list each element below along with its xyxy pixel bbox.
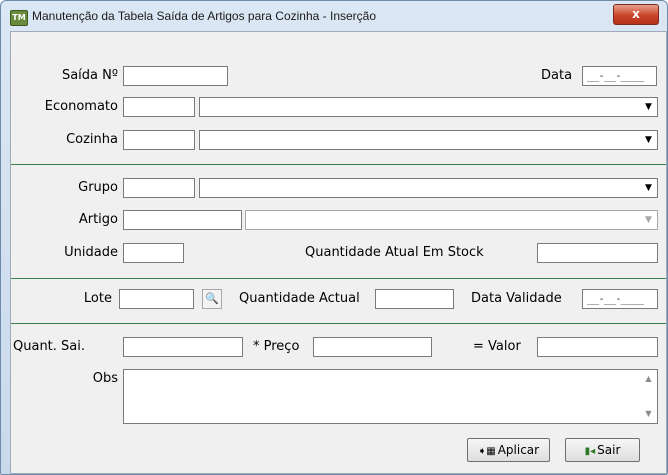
- cozinha-select[interactable]: ▼: [199, 130, 658, 150]
- quant-label: Quant. Sai.: [13, 339, 86, 354]
- data-label: Data: [541, 68, 573, 83]
- apply-icon: ➧▦: [477, 446, 496, 457]
- section-separator: [11, 323, 666, 324]
- exit-door-icon: ▮◂: [584, 446, 596, 457]
- valor-label: = Valor: [473, 339, 521, 354]
- artigo-label: Artigo: [78, 212, 118, 227]
- saida-input[interactable]: [123, 66, 228, 86]
- aplicar-label: Aplicar: [497, 443, 540, 457]
- valor-input[interactable]: [537, 337, 658, 357]
- stock-input[interactable]: [537, 243, 658, 263]
- obs-textarea[interactable]: ▲ ▼: [123, 369, 658, 424]
- chevron-down-icon[interactable]: ▼: [641, 180, 656, 196]
- aplicar-button[interactable]: ➧▦ Aplicar: [467, 438, 550, 462]
- qtd-actual-input[interactable]: [375, 289, 454, 309]
- section-separator: [11, 278, 666, 279]
- lote-label: Lote: [83, 291, 112, 306]
- form-body: Saída Nº Data __-__-____ Economato ▼ Coz…: [10, 31, 667, 474]
- economato-label: Economato: [44, 99, 118, 114]
- economato-code-input[interactable]: [123, 97, 195, 117]
- data-input[interactable]: __-__-____: [582, 66, 657, 86]
- app-icon: TM: [10, 10, 28, 26]
- sair-label: Sair: [597, 443, 621, 457]
- grupo-select[interactable]: ▼: [199, 178, 658, 198]
- artigo-select[interactable]: ▼: [245, 210, 658, 230]
- cozinha-label: Cozinha: [66, 132, 118, 147]
- stock-label: Quantidade Atual Em Stock: [305, 245, 484, 260]
- scroll-up-icon[interactable]: ▲: [641, 371, 656, 387]
- lote-input[interactable]: [119, 289, 194, 309]
- window-title: Manutenção da Tabela Saída de Artigos pa…: [32, 9, 377, 23]
- close-button[interactable]: x: [613, 4, 659, 25]
- unidade-input[interactable]: [123, 243, 184, 263]
- artigo-code-input[interactable]: [123, 210, 242, 230]
- scroll-down-icon[interactable]: ▼: [641, 406, 656, 422]
- preco-input[interactable]: [313, 337, 432, 357]
- obs-label: Obs: [92, 371, 118, 386]
- unidade-label: Unidade: [64, 245, 118, 260]
- sair-button[interactable]: ▮◂ Sair: [565, 438, 640, 462]
- binoculars-icon[interactable]: 🔍: [202, 289, 222, 309]
- title-bar[interactable]: TM Manutenção da Tabela Saída de Artigos…: [1, 1, 667, 31]
- chevron-down-icon: ▼: [641, 212, 656, 228]
- preco-label: * Preço: [253, 339, 300, 354]
- chevron-down-icon[interactable]: ▼: [641, 99, 656, 115]
- grupo-label: Grupo: [78, 180, 118, 195]
- validade-input[interactable]: __-__-____: [582, 289, 658, 309]
- grupo-code-input[interactable]: [123, 178, 195, 198]
- cozinha-code-input[interactable]: [123, 130, 195, 150]
- qtd-actual-label: Quantidade Actual: [239, 291, 360, 306]
- quant-input[interactable]: [123, 337, 243, 357]
- chevron-down-icon[interactable]: ▼: [641, 132, 656, 148]
- section-separator: [11, 164, 666, 165]
- saida-label: Saída Nº: [61, 68, 118, 83]
- dialog-window: TM Manutenção da Tabela Saída de Artigos…: [0, 0, 668, 475]
- validade-label: Data Validade: [471, 291, 562, 306]
- economato-select[interactable]: ▼: [199, 97, 658, 117]
